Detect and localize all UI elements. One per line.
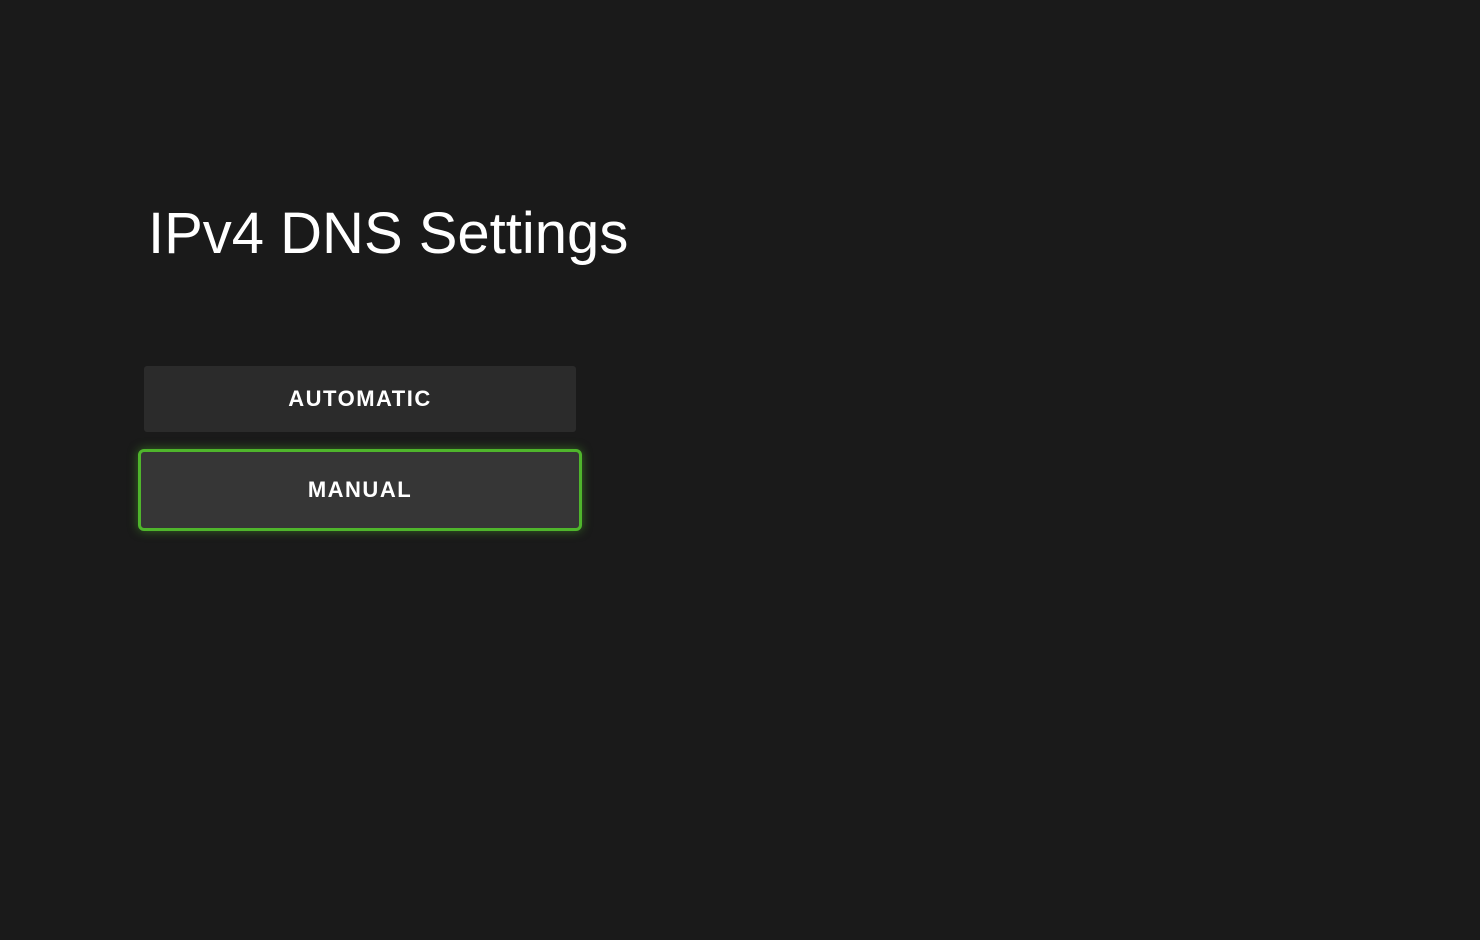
manual-option-label: MANUAL <box>308 477 412 503</box>
manual-option-button[interactable]: MANUAL <box>138 449 582 531</box>
automatic-option-label: AUTOMATIC <box>288 386 431 412</box>
automatic-option-button[interactable]: AUTOMATIC <box>144 366 576 432</box>
options-list: AUTOMATIC MANUAL <box>138 366 582 531</box>
page-title: IPv4 DNS Settings <box>148 200 628 267</box>
